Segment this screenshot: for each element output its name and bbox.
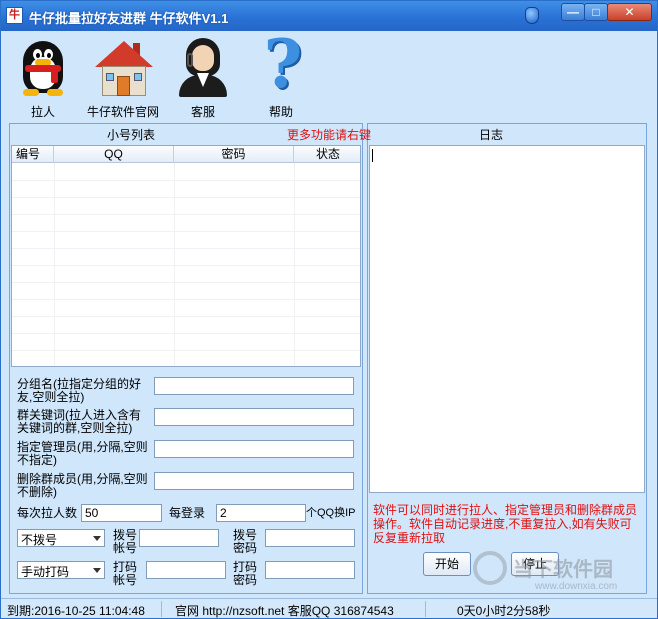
table-row-divider — [12, 248, 360, 249]
table-row-divider — [12, 282, 360, 283]
status-expiry: 到期:2016-10-25 11:04:48 — [7, 604, 145, 618]
remove-member-input[interactable] — [154, 472, 354, 490]
toolbar: 拉人 牛仔软件官网 客服 ? 帮助 — [1, 25, 657, 123]
watermark: 当下软件园 www.downxia.com — [469, 549, 658, 597]
text-caret — [372, 149, 373, 162]
table-row-divider — [12, 316, 360, 317]
question-mark-icon: ? — [263, 25, 303, 103]
dial-select[interactable]: 不拨号 — [17, 529, 105, 547]
per-pull-input[interactable] — [81, 504, 162, 522]
group-name-input[interactable] — [154, 377, 354, 395]
toolbar-pull-label: 拉人 — [30, 105, 55, 119]
toolbar-website-button[interactable]: 牛仔软件官网 — [87, 35, 159, 120]
toolbar-website-label: 牛仔软件官网 — [87, 105, 160, 119]
column-header-password[interactable]: 密码 — [174, 146, 294, 163]
chevron-down-icon — [93, 568, 101, 573]
toolbar-pull-button[interactable]: 拉人 — [13, 35, 73, 120]
table-row-divider — [12, 299, 360, 300]
keyword-label: 群关键词(拉人进入含有关键词的群,空则全拉) — [17, 408, 141, 435]
dial-password-label: 拨号密码 — [233, 528, 258, 555]
table-row-divider — [12, 333, 360, 334]
app-icon: 牛 — [6, 7, 23, 24]
table-row-divider — [12, 197, 360, 198]
captcha-select-value: 手动打码 — [21, 565, 70, 579]
main-window: 牛 牛仔批量拉好友进群 牛仔软件V1.1 — □ ✕ 拉人 牛仔软件官网 客服 … — [0, 0, 658, 619]
admin-input[interactable] — [154, 440, 354, 458]
per-pull-label: 每次拉人数 — [17, 506, 78, 520]
maximize-button[interactable]: □ — [584, 3, 608, 21]
log-notice-text: 软件可以同时进行拉人、指定管理员和删除群成员操作。软件自动记录进度,不重复拉入,… — [373, 503, 638, 545]
table-column-divider — [174, 163, 175, 366]
skin-icon[interactable] — [525, 7, 539, 24]
keyword-input[interactable] — [154, 408, 354, 426]
table-row-divider — [12, 350, 360, 351]
dial-account-label: 拨号帐号 — [113, 528, 138, 555]
account-list-title: 小号列表 — [107, 128, 156, 142]
switch-ip-label: 个QQ换IP — [306, 507, 356, 519]
captcha-password-input[interactable] — [265, 561, 355, 579]
title-bar[interactable]: 牛 牛仔批量拉好友进群 牛仔软件V1.1 — □ ✕ — [1, 1, 657, 31]
captcha-password-label: 打码密码 — [233, 560, 258, 587]
group-name-label: 分组名(拉指定分组的好友,空则全拉) — [17, 377, 141, 404]
status-divider — [161, 601, 162, 617]
watermark-url: www.downxia.com — [535, 581, 618, 592]
log-textarea[interactable] — [369, 145, 645, 493]
remove-member-label: 删除群成员(用,分隔,空则不删除) — [17, 472, 148, 499]
chevron-down-icon — [93, 536, 101, 541]
dial-account-input[interactable] — [139, 529, 219, 547]
toolbar-help-label: 帮助 — [268, 105, 293, 119]
section-header-row: 小号列表 更多功能请右键 日志 — [9, 124, 649, 142]
table-column-divider — [294, 163, 295, 366]
toolbar-support-button[interactable]: 客服 — [173, 35, 233, 120]
watermark-logo-icon — [473, 551, 507, 585]
more-functions-hint: 更多功能请右键 — [287, 128, 372, 142]
dial-select-value: 不拨号 — [21, 533, 58, 547]
start-button[interactable]: 开始 — [423, 552, 471, 576]
dial-password-input[interactable] — [265, 529, 355, 547]
window-title: 牛仔批量拉好友进群 牛仔软件V1.1 — [29, 11, 229, 26]
table-row-divider — [12, 180, 360, 181]
toolbar-support-label: 客服 — [190, 105, 215, 119]
column-header-status[interactable]: 状态 — [294, 146, 360, 163]
status-divider — [425, 601, 426, 617]
watermark-text: 当下软件园 — [513, 559, 613, 581]
captcha-account-input[interactable] — [146, 561, 226, 579]
status-elapsed: 0天0小时2分58秒 — [457, 604, 551, 618]
captcha-select[interactable]: 手动打码 — [17, 561, 105, 579]
account-table[interactable]: 编号 QQ 密码 状态 — [11, 145, 361, 367]
table-row-divider — [12, 214, 360, 215]
penguin-icon — [13, 35, 73, 99]
per-login-input[interactable] — [216, 504, 306, 522]
table-row-divider — [12, 265, 360, 266]
status-site-info: 官网 http://nzsoft.net 客服QQ 316874543 — [175, 604, 394, 618]
captcha-account-label: 打码帐号 — [113, 560, 138, 587]
per-login-label: 每登录 — [169, 506, 206, 520]
house-icon — [93, 35, 153, 99]
support-person-icon — [173, 35, 233, 99]
column-header-qq[interactable]: QQ — [54, 146, 174, 163]
table-row-divider — [12, 231, 360, 232]
close-button[interactable]: ✕ — [607, 3, 652, 21]
table-column-divider — [54, 163, 55, 366]
table-header: 编号 QQ 密码 状态 — [12, 146, 360, 163]
log-title: 日志 — [479, 128, 504, 142]
minimize-button[interactable]: — — [561, 3, 585, 21]
admin-label: 指定管理员(用,分隔,空则不指定) — [17, 440, 148, 467]
toolbar-help-button[interactable]: ? 帮助 — [251, 25, 311, 120]
column-header-id[interactable]: 编号 — [12, 146, 54, 163]
status-bar: 到期:2016-10-25 11:04:48 官网 http://nzsoft.… — [1, 598, 657, 618]
